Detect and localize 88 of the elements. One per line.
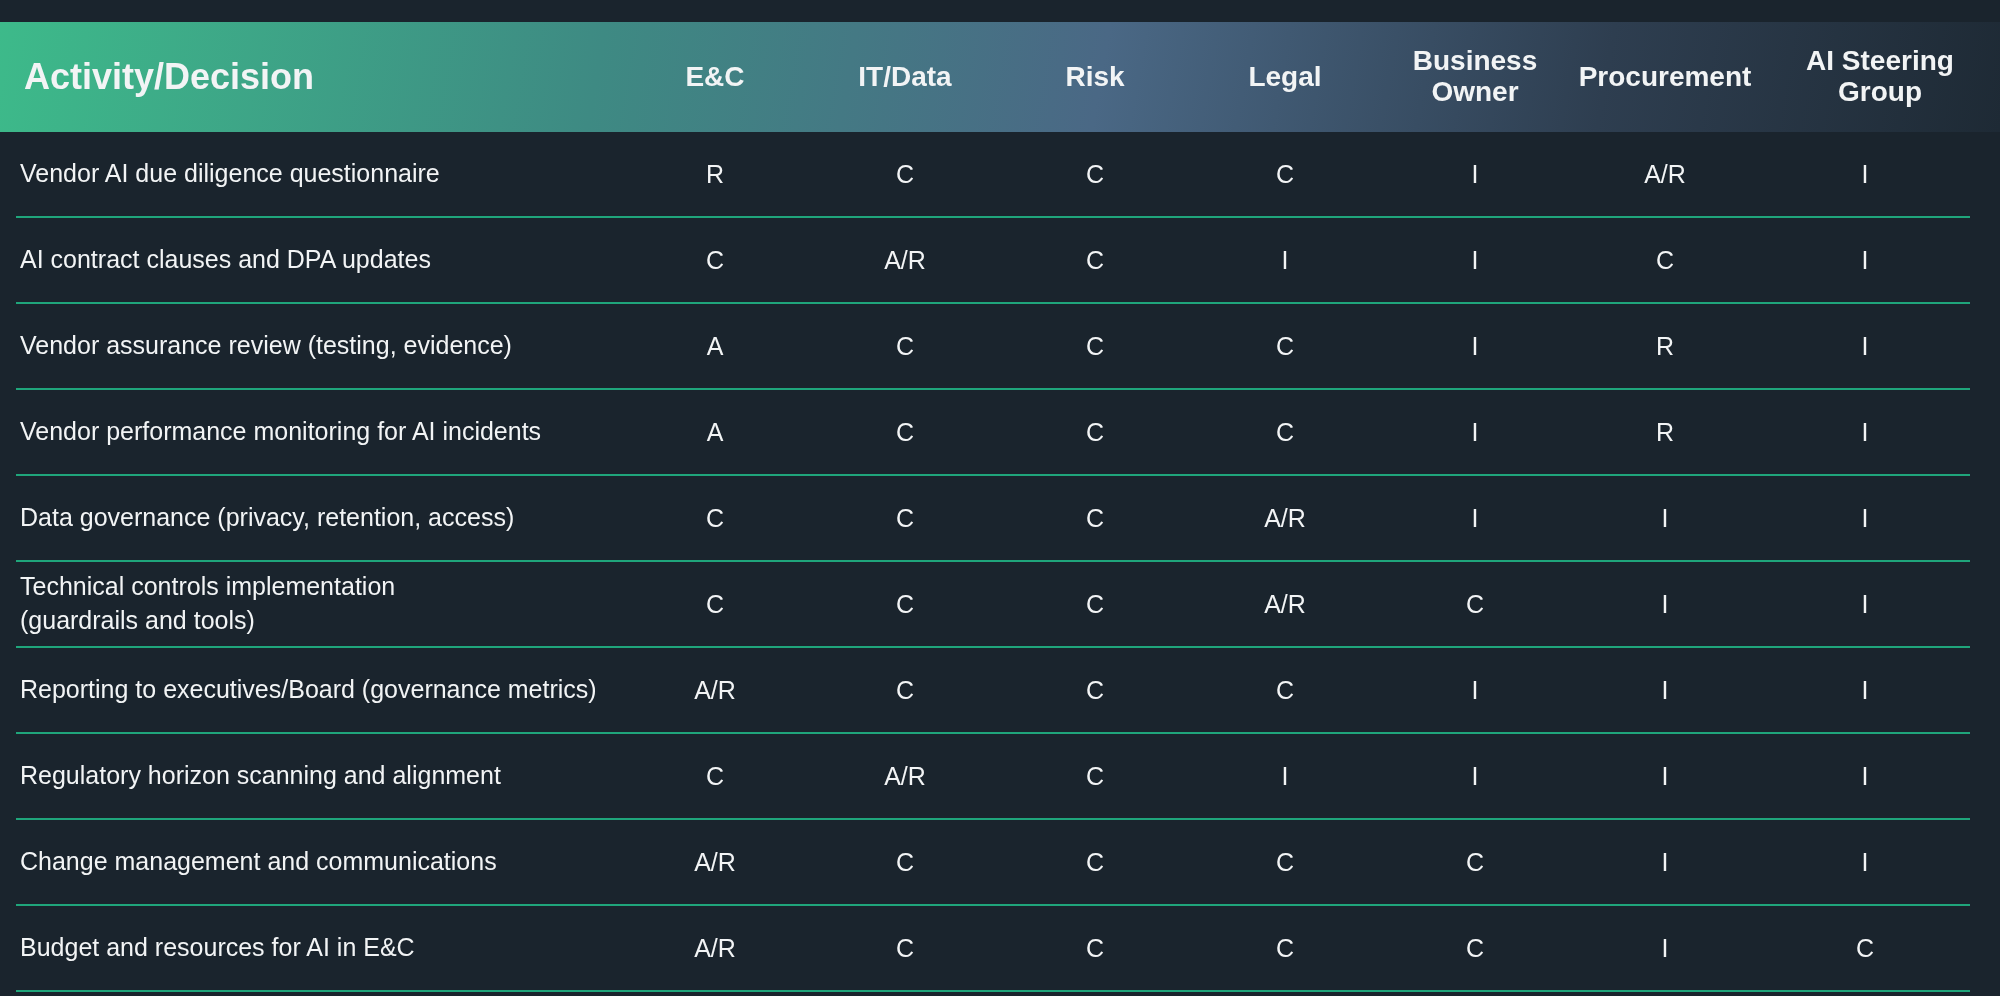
raci-value: I xyxy=(1471,417,1479,447)
raci-value: C xyxy=(1465,589,1485,619)
raci-value: C xyxy=(895,675,915,705)
column-header: Activity/Decision xyxy=(24,57,315,97)
activity-label: Vendor assurance review (testing, evidence) xyxy=(20,330,512,362)
raci-value: I xyxy=(1661,933,1669,963)
raci-value: C xyxy=(1465,847,1485,877)
raci-value: C xyxy=(1085,159,1105,189)
raci-value: I xyxy=(1661,847,1669,877)
raci-value: C xyxy=(1855,933,1875,963)
raci-value: C xyxy=(1465,933,1485,963)
raci-value: C xyxy=(1275,417,1295,447)
raci-value: I xyxy=(1471,331,1479,361)
column-header: IT/Data xyxy=(858,61,952,93)
raci-value: I xyxy=(1861,417,1869,447)
activity-label: Data governance (privacy, retention, access) xyxy=(20,502,515,534)
raci-value: A xyxy=(706,331,724,361)
raci-value: I xyxy=(1861,503,1869,533)
raci-value: A xyxy=(706,417,724,447)
raci-value: I xyxy=(1861,589,1869,619)
raci-value: C xyxy=(1085,675,1105,705)
raci-value: A/R xyxy=(1264,503,1306,533)
raci-value: C xyxy=(895,503,915,533)
raci-value: C xyxy=(1275,675,1295,705)
raci-value: A/R xyxy=(694,933,736,963)
raci-value: R xyxy=(705,159,725,189)
raci-value: I xyxy=(1861,675,1869,705)
raci-value: C xyxy=(895,933,915,963)
raci-value: C xyxy=(705,589,725,619)
raci-value: C xyxy=(895,847,915,877)
activity-label: Budget and resources for AI in E&C xyxy=(20,932,415,964)
raci-value: I xyxy=(1471,503,1479,533)
raci-value: I xyxy=(1471,675,1479,705)
raci-value: C xyxy=(1275,159,1295,189)
raci-value: C xyxy=(895,331,915,361)
column-header: Legal xyxy=(1248,61,1322,93)
raci-value: C xyxy=(1275,933,1295,963)
raci-value: C xyxy=(1275,331,1295,361)
raci-value: C xyxy=(895,589,915,619)
raci-value: A/R xyxy=(884,761,926,791)
activity-label: Regulatory horizon scanning and alignment xyxy=(20,760,501,792)
raci-value: I xyxy=(1861,331,1869,361)
raci-value: I xyxy=(1661,503,1669,533)
activity-label: Vendor performance monitoring for AI incidents xyxy=(20,416,542,448)
raci-value: I xyxy=(1281,245,1289,275)
raci-value: R xyxy=(1655,417,1675,447)
column-header: AI Steering Group xyxy=(1806,46,1954,108)
activity-label: Vendor AI due diligence questionnaire xyxy=(20,158,440,190)
raci-value: C xyxy=(1085,503,1105,533)
raci-value: A/R xyxy=(884,245,926,275)
raci-value: C xyxy=(705,503,725,533)
column-header: Business Owner xyxy=(1412,46,1538,108)
raci-value: C xyxy=(1085,245,1105,275)
raci-value: A/R xyxy=(694,675,736,705)
raci-value: C xyxy=(705,245,725,275)
raci-value: C xyxy=(1085,933,1105,963)
raci-value: I xyxy=(1471,159,1479,189)
activity-label: Change management and communications xyxy=(20,846,497,878)
raci-value: A/R xyxy=(694,847,736,877)
raci-value: C xyxy=(1085,761,1105,791)
raci-value: I xyxy=(1281,761,1289,791)
raci-value: C xyxy=(1085,417,1105,447)
raci-value: I xyxy=(1471,761,1479,791)
raci-value: I xyxy=(1861,761,1869,791)
raci-value: I xyxy=(1661,761,1669,791)
column-header: Procurement xyxy=(1578,61,1752,93)
raci-value: C xyxy=(1085,847,1105,877)
activity-label: Reporting to executives/Board (governance metrics) xyxy=(20,674,597,706)
raci-value: R xyxy=(1655,331,1675,361)
raci-value: I xyxy=(1471,245,1479,275)
raci-value: C xyxy=(1085,331,1105,361)
activity-label: Technical controls implementation (guardrails and tools) xyxy=(20,571,396,636)
raci-value: A/R xyxy=(1264,589,1306,619)
column-header: Risk xyxy=(1065,61,1125,93)
raci-value: C xyxy=(1275,847,1295,877)
raci-value: C xyxy=(895,417,915,447)
raci-value: C xyxy=(705,761,725,791)
raci-value: C xyxy=(895,159,915,189)
activity-label: AI contract clauses and DPA updates xyxy=(20,244,431,276)
raci-value: C xyxy=(1655,245,1675,275)
raci-value: A/R xyxy=(1644,159,1686,189)
raci-value: I xyxy=(1861,159,1869,189)
raci-value: I xyxy=(1661,675,1669,705)
raci-value: I xyxy=(1861,245,1869,275)
column-header: E&C xyxy=(685,61,745,93)
raci-value: I xyxy=(1861,847,1869,877)
raci-value: C xyxy=(1085,589,1105,619)
raci-value: I xyxy=(1661,589,1669,619)
